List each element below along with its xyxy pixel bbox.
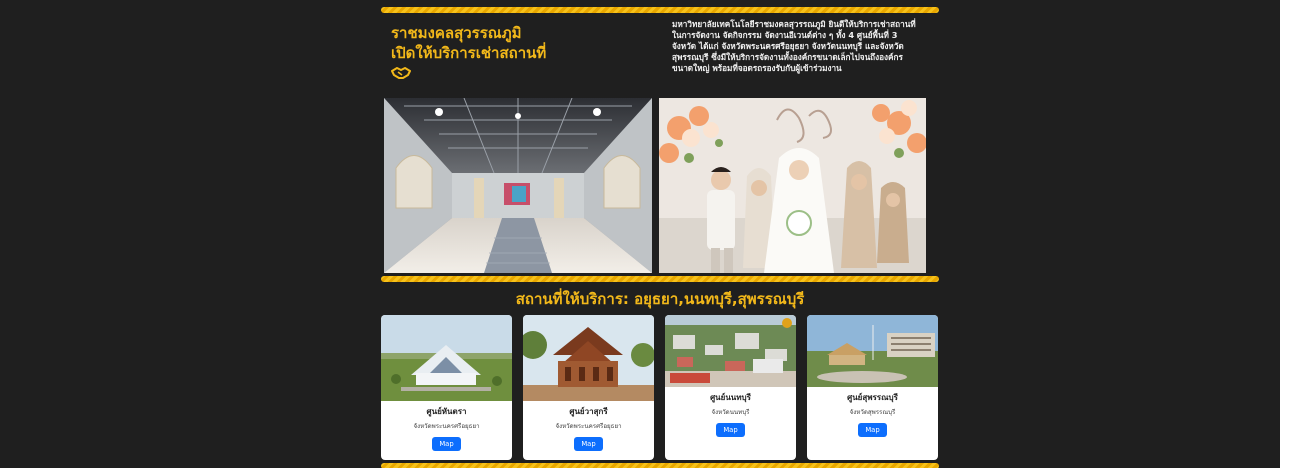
center-province: จังหวัดพระนครศรีอยุธยา [413,423,480,430]
intro-line: สุพรรณบุรี ซึ่งมีให้บริการจัดงานทั้งองค์… [672,52,903,62]
center-card-wasukri: ศูนย์วาสุกรี จังหวัดพระนครศรีอยุธยา Map [523,315,654,460]
center-province: จังหวัดสุพรรณบุรี [849,409,896,416]
center-card-suphanburi: ศูนย์สุพรรณบุรี จังหวัดสุพรรณบุรี Map [807,315,938,460]
wedding-photo [659,98,926,273]
locations-section-title: สถานที่ให้บริการ: อยุธยา,นนทบุรี,สุพรรณบ… [515,290,805,308]
top-stripe-divider [381,7,939,13]
bottom-stripe-divider [381,463,939,468]
center-card-nonthaburi: ศูนย์นนทบุรี จังหวัดนนทบุรี Map [665,315,796,460]
middle-stripe-divider [381,276,939,282]
center-province: จังหวัดพระนครศรีอยุธยา [555,423,622,430]
center-name: ศูนย์หันตรา [426,407,467,416]
center-name: ศูนย์นนทบุรี [710,393,751,402]
center-province: จังหวัดนนทบุรี [711,409,750,416]
center-photo [381,315,512,401]
center-name: ศูนย์สุพรรณบุรี [847,393,898,402]
center-photo [523,315,654,401]
map-button[interactable]: Map [858,423,887,437]
map-button[interactable]: Map [716,423,745,437]
map-button[interactable]: Map [574,437,603,451]
center-photo [665,315,796,387]
handshake-icon [391,67,411,79]
center-photo [807,315,938,387]
hero-title: ราชมงคลสุวรรณภูมิ เปิดให้บริการเช่าสถานท… [391,23,651,63]
page: ราชมงคลสุวรรณภูมิ เปิดให้บริการเช่าสถานท… [0,0,1280,468]
map-button[interactable]: Map [432,437,461,451]
intro-line: ขนาดใหญ่ พร้อมที่จอดรถรองรับกับผู้เข้าร่… [672,63,842,73]
intro-line: จังหวัด ได้แก่ จังหวัดพระนครศรีอยุธยา จั… [672,41,904,51]
hero-intro-text: มหาวิทยาลัยเทคโนโลยีราชมงคลสุวรรณภูมิ ยิ… [672,19,934,74]
hero-title-line2: เปิดให้บริการเช่าสถานที่ [391,44,547,62]
hall-interior-photo [384,98,652,273]
intro-line: ในการจัดงาน จัดกิจกรรม จัดงานอีเวนต์ต่าง… [672,30,898,40]
hero-title-line1: ราชมงคลสุวรรณภูมิ [391,24,522,42]
center-card-hantra: ศูนย์หันตรา จังหวัดพระนครศรีอยุธยา Map [381,315,512,460]
center-name: ศูนย์วาสุกรี [569,407,608,416]
intro-line: มหาวิทยาลัยเทคโนโลยีราชมงคลสุวรรณภูมิ ยิ… [672,19,916,29]
